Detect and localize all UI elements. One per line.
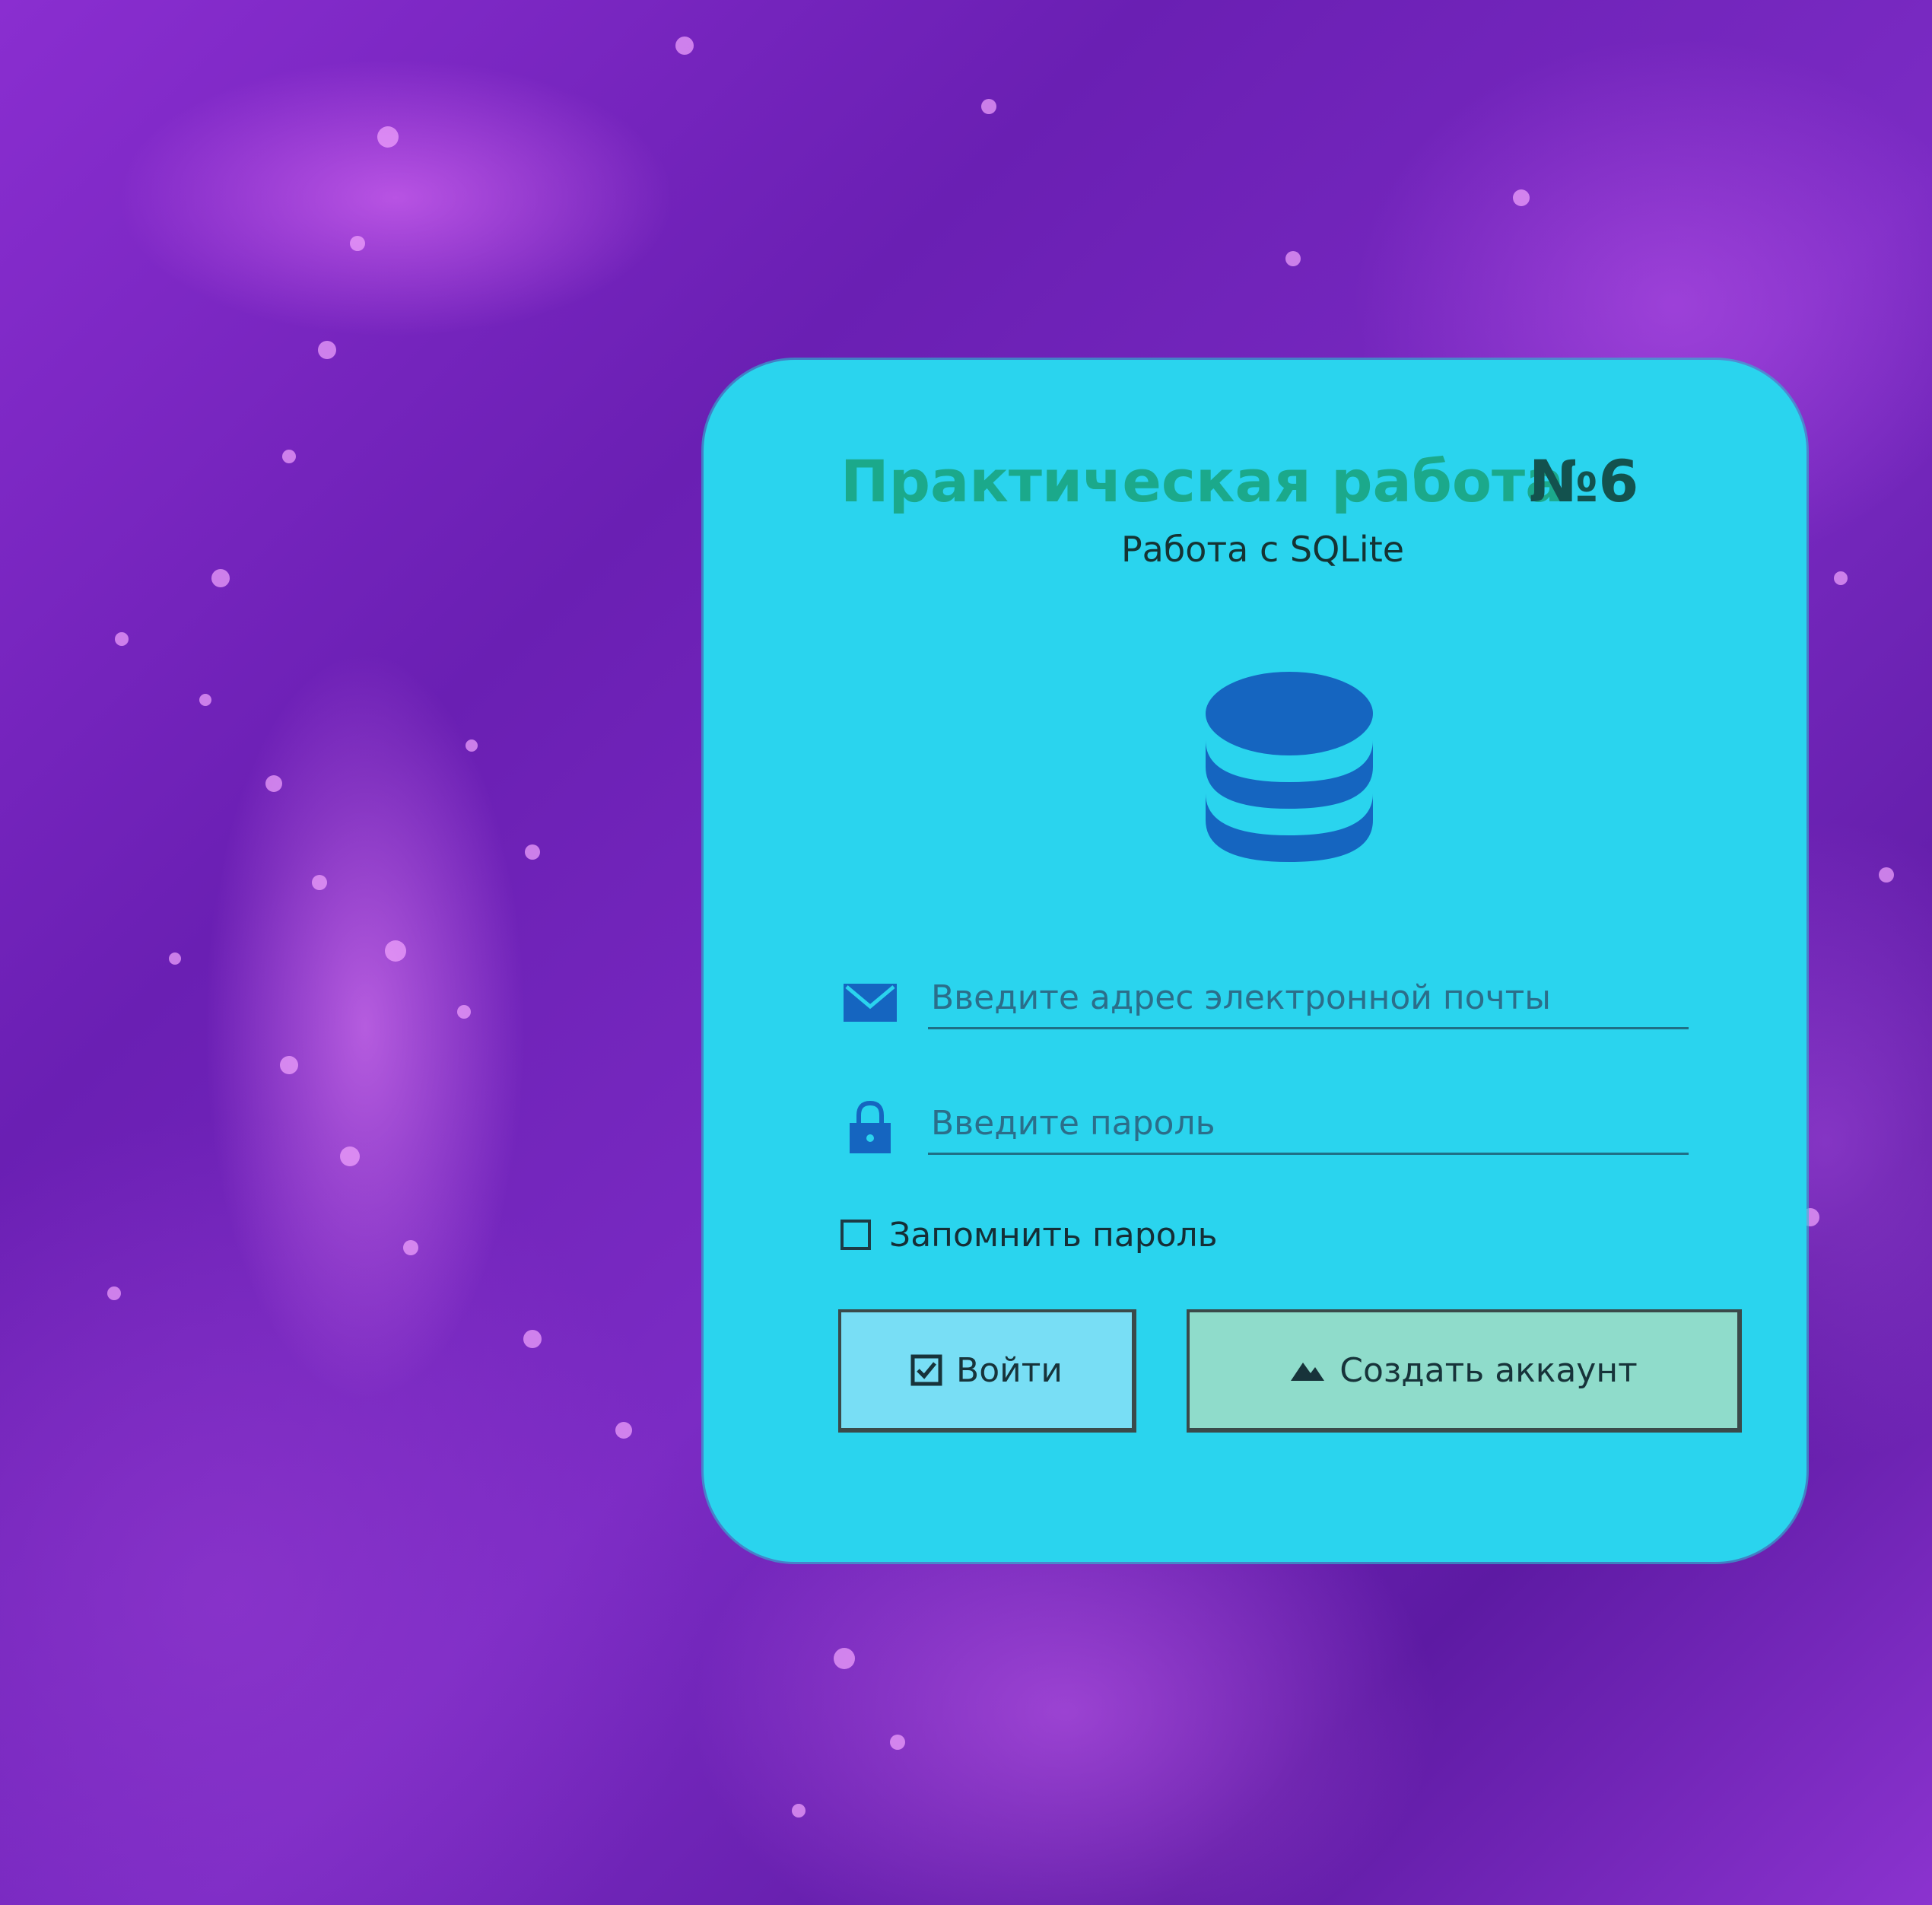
login-button-label: Войти (956, 1350, 1063, 1390)
password-field (840, 1086, 1689, 1162)
title-number: №6 (1529, 447, 1639, 515)
lock-icon (850, 1100, 891, 1153)
database-icon (1206, 672, 1373, 862)
envelope-icon (844, 984, 897, 1022)
remember-checkbox[interactable] (840, 1220, 871, 1250)
login-card: Практическая работа №6 Работа с SQLite З… (704, 360, 1806, 1562)
title-text: Практическая работа (840, 447, 1565, 515)
page-title: Практическая работа №6 (840, 447, 1715, 515)
login-button[interactable]: Войти (838, 1309, 1136, 1433)
create-account-button-label: Создать аккаунт (1339, 1350, 1638, 1390)
password-input[interactable] (928, 1094, 1689, 1155)
create-account-button[interactable]: Создать аккаунт (1187, 1309, 1742, 1433)
email-field (840, 961, 1689, 1037)
email-input[interactable] (928, 968, 1689, 1029)
remember-password[interactable]: Запомнить пароль (840, 1212, 1218, 1258)
checkbox-arrow-icon (910, 1354, 942, 1386)
page-subtitle: Работа с SQLite (1120, 529, 1405, 570)
remember-label: Запомнить пароль (889, 1215, 1218, 1255)
mountain-icon (1291, 1363, 1325, 1381)
